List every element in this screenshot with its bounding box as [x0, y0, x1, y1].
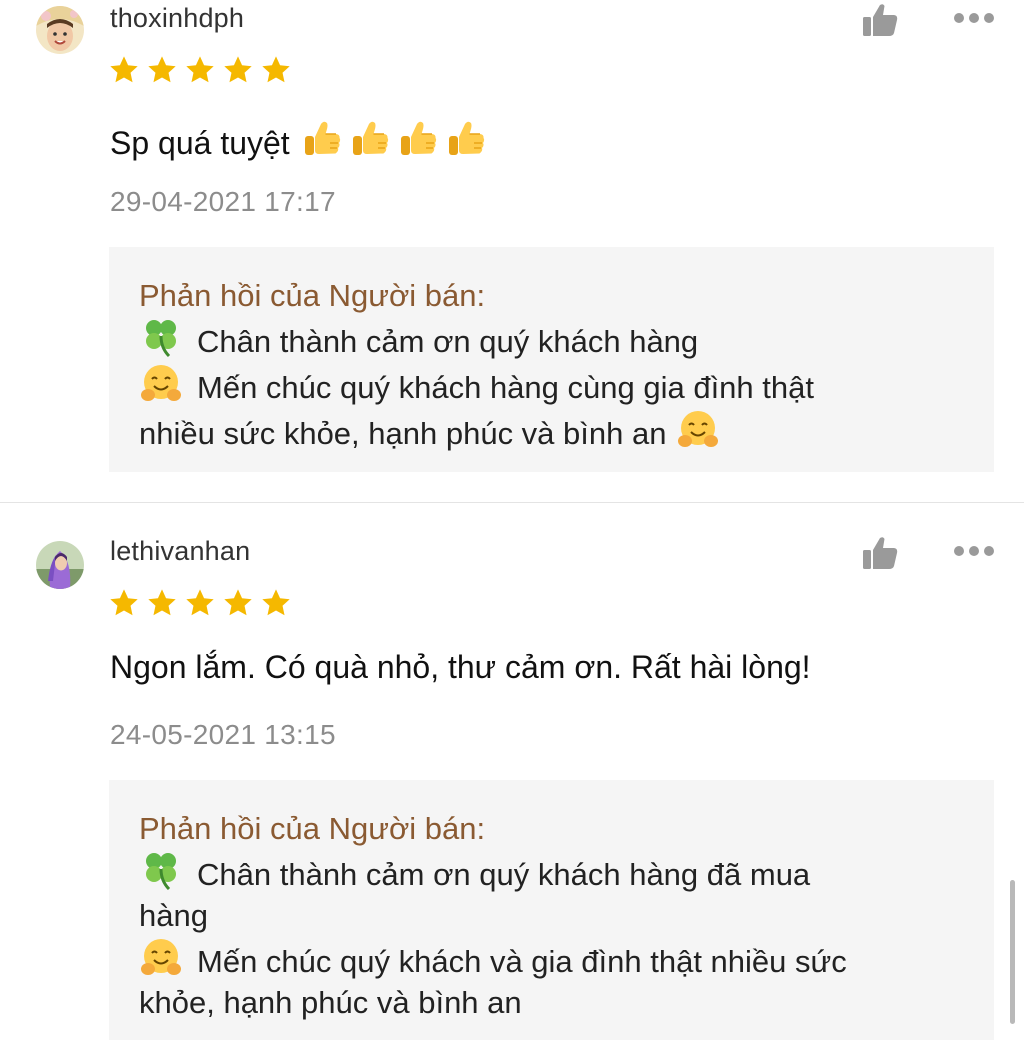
like-button[interactable]	[860, 0, 900, 40]
star-icon	[260, 54, 292, 86]
seller-reply-title: Phản hồi của Người bán:	[139, 278, 486, 313]
seller-reply-line: Mến chúc quý khách và gia đình thật nhiề…	[197, 944, 847, 979]
seller-reply-line: Mến chúc quý khách hàng cùng gia đình th…	[197, 370, 814, 405]
star-icon	[108, 54, 140, 86]
star-icon	[222, 54, 254, 86]
review-timestamp: 24-05-2021 13:15	[110, 719, 336, 750]
four-leaf-clover-icon	[139, 849, 183, 890]
hugging-face-icon	[139, 362, 183, 403]
seller-reply-line: hàng	[139, 898, 208, 933]
star-icon	[260, 587, 292, 619]
seller-reply-line: nhiều sức khỏe, hạnh phúc và bình an	[139, 416, 667, 451]
seller-reply: Phản hồi của Người bán: Chân thành cảm ơ…	[109, 247, 994, 472]
more-options-icon	[954, 13, 964, 23]
star-icon	[108, 587, 140, 619]
scrollbar[interactable]	[1010, 880, 1015, 1024]
seller-reply-title: Phản hồi của Người bán:	[139, 811, 486, 846]
hugging-face-icon	[139, 936, 183, 977]
seller-reply-line: Chân thành cảm ơn quý khách hàng	[197, 324, 699, 359]
thumbs-up-emoji-group	[300, 116, 488, 160]
comment-text: Sp quá tuyệt	[110, 125, 290, 161]
seller-reply-line: khỏe, hạnh phúc và bình an	[139, 985, 522, 1020]
thumbs-up-emoji-icon	[444, 116, 488, 160]
review-timestamp: 29-04-2021 17:17	[110, 186, 336, 217]
review-item: thoxinhdph Sp quá tuyệt 29-04-2021 17:17…	[0, 0, 1024, 502]
thumbs-up-emoji-icon	[300, 116, 344, 160]
star-icon	[184, 54, 216, 86]
star-rating	[108, 587, 292, 619]
more-options-button[interactable]	[952, 8, 996, 28]
star-icon	[222, 587, 254, 619]
username[interactable]: thoxinhdph	[110, 3, 244, 34]
hugging-face-icon	[676, 408, 720, 449]
star-icon	[146, 54, 178, 86]
seller-reply-line: Chân thành cảm ơn quý khách hàng đã mua	[197, 857, 811, 892]
like-button[interactable]	[860, 533, 900, 573]
more-options-icon	[954, 546, 964, 556]
seller-reply: Phản hồi của Người bán: Chân thành cảm ơ…	[109, 780, 994, 1040]
review-comment: Sp quá tuyệt	[110, 116, 488, 162]
thumbs-up-emoji-icon	[348, 116, 392, 160]
review-divider	[0, 502, 1024, 503]
thumbs-up-emoji-icon	[396, 116, 440, 160]
review-comment: Ngon lắm. Có quà nhỏ, thư cảm ơn. Rất hà…	[110, 649, 811, 685]
thumbs-up-icon	[860, 533, 900, 573]
thumbs-up-icon	[860, 0, 900, 40]
star-rating	[108, 54, 292, 86]
four-leaf-clover-icon	[139, 316, 183, 357]
star-icon	[146, 587, 178, 619]
more-options-button[interactable]	[952, 541, 996, 561]
user-avatar[interactable]	[36, 6, 84, 54]
review-item: lethivanhan Ngon lắm. Có quà nhỏ, thư cả…	[0, 533, 1024, 1040]
username[interactable]: lethivanhan	[110, 536, 250, 567]
star-icon	[184, 587, 216, 619]
user-avatar[interactable]	[36, 541, 84, 589]
